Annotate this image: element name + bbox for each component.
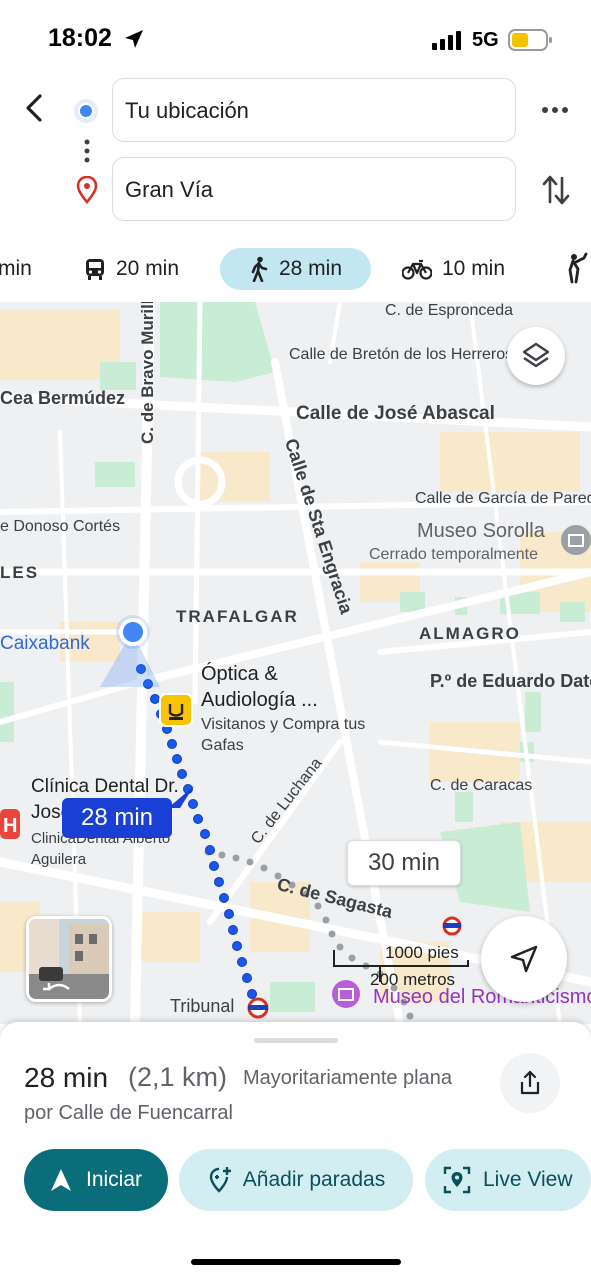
navigate-icon (510, 945, 538, 973)
share-icon (520, 1070, 540, 1095)
trip-terrain: Mayoritariamente plana (243, 1067, 452, 1089)
origin-dot-icon (74, 99, 98, 123)
origin-field[interactable]: Tu ubicación (112, 78, 516, 142)
more-icon[interactable] (540, 102, 570, 118)
scale-meters: 200 metros (370, 970, 456, 989)
network-type: 5G (472, 29, 499, 51)
battery-icon (508, 29, 552, 51)
route-badge-pointer (168, 786, 194, 808)
status-time: 18:02 (48, 24, 112, 52)
start-arrow-icon (50, 1169, 71, 1191)
label-optica-1[interactable]: Óptica & (201, 663, 278, 686)
label-tribunal[interactable]: Tribunal (170, 996, 234, 1017)
home-indicator (191, 1259, 401, 1265)
label-abascal: Calle de José Abascal (296, 403, 495, 424)
trip-duration: 28 min (24, 1062, 109, 1093)
start-label: Iniciar (85, 1168, 143, 1191)
mode-walk-label: 28 min (278, 257, 343, 280)
mode-bike-label: 10 min (442, 257, 506, 280)
add-stops-label: Añadir paradas (242, 1168, 386, 1191)
scale-feet: 1000 pies (385, 943, 459, 962)
label-clinica-4: Aguilera (31, 851, 87, 868)
layers-icon (522, 342, 550, 368)
label-espronceda: C. de Espronceda (385, 302, 514, 319)
add-stop-icon (209, 1167, 231, 1193)
destination-text: Gran Vía (125, 177, 214, 202)
label-optica-2[interactable]: Audiología ... (201, 689, 318, 712)
live-view-label: Live View (483, 1168, 573, 1191)
mode-bike[interactable]: 10 min (402, 248, 505, 290)
share-button[interactable] (500, 1053, 560, 1113)
mode-walk[interactable]: 28 min (220, 248, 371, 290)
destination-field[interactable]: Gran Vía (112, 157, 516, 221)
label-trafalgar: TRAFALGAR (176, 607, 299, 626)
route-duration-text: 28 min (80, 804, 154, 831)
start-button[interactable]: Iniciar (24, 1149, 168, 1211)
mode-drive[interactable]: min (0, 248, 32, 290)
street-view-thumbnail[interactable] (26, 916, 112, 1002)
navigate-button[interactable] (481, 916, 567, 1002)
mode-drive-label: min (0, 257, 32, 280)
label-caracas: C. de Caracas (430, 777, 533, 794)
label-cea-bermudez: Cea Bermúdez (0, 388, 126, 408)
location-arrow-icon (125, 30, 143, 48)
live-view-button[interactable]: Live View (425, 1149, 591, 1211)
walk-icon (251, 256, 268, 282)
connector-dots (84, 139, 90, 163)
route-duration-badge[interactable]: 28 min (62, 798, 172, 838)
label-clinica-1[interactable]: Clínica Dental Dr. (31, 776, 179, 798)
street-view-image (29, 919, 109, 999)
label-eduardo-dato: P.º de Eduardo Dato (430, 671, 591, 691)
trip-via: por Calle de Fuencarral (24, 1102, 233, 1124)
label-cerrado: Cerrado temporalmente (369, 546, 538, 563)
swap-icon[interactable] (541, 172, 571, 208)
live-view-icon (443, 1166, 471, 1194)
label-donoso-cortes: e Donoso Cortés (0, 518, 121, 535)
alt-route-badge[interactable]: 30 min (347, 840, 461, 886)
label-bravo-murillo: C. de Bravo Murillo (138, 302, 157, 444)
sheet-handle[interactable] (254, 1038, 338, 1043)
back-arrow-icon[interactable] (18, 92, 50, 124)
destination-pin-icon (76, 176, 98, 204)
mode-transit[interactable]: 20 min (84, 248, 179, 290)
label-caixabank[interactable]: Caixabank (0, 633, 90, 655)
mode-transit-label: 20 min (116, 257, 180, 280)
svg-text:H: H (3, 815, 17, 837)
label-optica-3: Visitanos y Compra tus (201, 716, 366, 733)
trip-distance: (2,1 km) (128, 1062, 228, 1092)
alt-route-text: 30 min (367, 849, 441, 876)
label-almagro: ALMAGRO (419, 624, 521, 643)
label-breton: Calle de Bretón de los Herreros (289, 346, 514, 363)
add-stops-button[interactable]: Añadir paradas (179, 1149, 413, 1211)
origin-text: Tu ubicación (125, 98, 249, 123)
label-les: LES (0, 563, 40, 582)
bus-icon (86, 259, 104, 280)
map[interactable]: H C. de Espronceda Calle de Bretón de lo… (0, 302, 591, 1024)
layers-button[interactable] (507, 327, 565, 385)
ride-icon[interactable] (564, 252, 591, 284)
signal-icon (432, 31, 461, 50)
label-garcia-paredes: Calle de García de Paredes (415, 490, 591, 507)
label-museo-sorolla[interactable]: Museo Sorolla (417, 520, 545, 543)
label-optica-4: Gafas (201, 737, 244, 754)
bike-icon (402, 259, 432, 280)
